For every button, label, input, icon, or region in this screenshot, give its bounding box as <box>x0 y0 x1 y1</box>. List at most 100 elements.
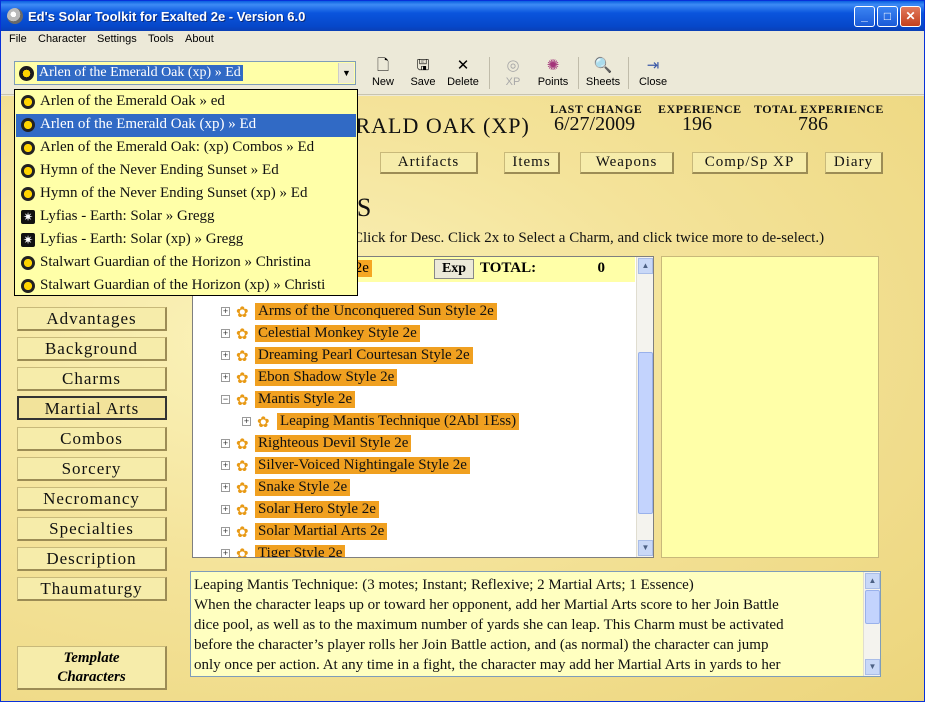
dropdown-item[interactable]: Hymn of the Never Ending Sunset (xp) » E… <box>16 183 356 206</box>
tree-row-label[interactable]: Righteous Devil Style 2e <box>255 435 412 452</box>
tree-row-style[interactable]: + ✿ Solar Martial Arts 2e <box>193 522 633 543</box>
tab-comp-sp-xp[interactable]: Comp/Sp XP <box>692 152 808 174</box>
description-line: only once per action. At any time in a f… <box>194 657 781 673</box>
expand-icon[interactable]: + <box>221 373 230 382</box>
expand-icon[interactable]: + <box>221 527 230 536</box>
tab-items[interactable]: Items <box>504 152 560 174</box>
dropdown-item[interactable]: Hymn of the Never Ending Sunset » Ed <box>16 160 356 183</box>
close-window-button[interactable]: ✕ <box>900 6 921 27</box>
character-select-value: Arlen of the Emerald Oak (xp) » Ed <box>37 65 243 81</box>
xp-button[interactable]: ◎ XP <box>491 56 535 92</box>
expand-icon[interactable]: + <box>221 461 230 470</box>
description-scrollbar[interactable]: ▲ ▼ <box>863 572 880 676</box>
tree-row-style[interactable]: + ✿ Arms of the Unconquered Sun Style 2e <box>193 302 633 323</box>
last-change-value: 6/27/2009 <box>554 113 636 135</box>
tab-artifacts[interactable]: Artifacts <box>380 152 478 174</box>
sidebar-item-necromancy[interactable]: Necromancy <box>17 487 167 511</box>
minimize-button[interactable]: _ <box>854 6 875 27</box>
sidebar-item-martial-arts[interactable]: Martial Arts <box>17 396 167 420</box>
tree-row-style[interactable]: + ✿ Solar Hero Style 2e <box>193 500 633 521</box>
martial-arts-tree[interactable]: rts 2e Exp TOTAL: 0 +✿Arms of the Unconq… <box>192 256 654 558</box>
tree-row-style[interactable]: + ✿ Dreaming Pearl Courtesan Style 2e <box>193 346 633 367</box>
tree-row-style[interactable]: + ✿ Righteous Devil Style 2e <box>193 434 633 455</box>
tree-row-style[interactable]: + ✿ Ebon Shadow Style 2e <box>193 368 633 389</box>
tree-row-label[interactable]: Ebon Shadow Style 2e <box>255 369 398 386</box>
expand-icon[interactable]: + <box>221 505 230 514</box>
delete-button[interactable]: ✕ Delete <box>441 56 485 92</box>
tree-row-charm[interactable]: + ✿ Leaping Mantis Technique (2Abl 1Ess) <box>193 412 633 433</box>
sidebar-item-description[interactable]: Description <box>17 547 167 571</box>
xp-button-label: XP <box>505 76 521 88</box>
tree-row-label[interactable]: Silver-Voiced Nightingale Style 2e <box>255 457 470 474</box>
sidebar-item-specialties[interactable]: Specialties <box>17 517 167 541</box>
scroll-up-icon[interactable]: ▲ <box>638 258 653 274</box>
close-button[interactable]: ⇥ Close <box>631 56 675 92</box>
save-button[interactable]: 🖫 Save <box>401 56 445 92</box>
tab-weapons[interactable]: Weapons <box>580 152 674 174</box>
sidebar-item-combos[interactable]: Combos <box>17 427 167 451</box>
menu-tools[interactable]: Tools <box>148 33 174 45</box>
scroll-up-icon[interactable]: ▲ <box>865 573 880 589</box>
menu-settings[interactable]: Settings <box>97 33 137 45</box>
tree-row-style[interactable]: − ✿ Mantis Style 2e <box>193 390 633 411</box>
character-select[interactable]: Arlen of the Emerald Oak (xp) » Ed ▼ <box>14 61 356 85</box>
expand-icon[interactable]: + <box>221 329 230 338</box>
tree-row-label[interactable]: Leaping Mantis Technique (2Abl 1Ess) <box>277 413 520 430</box>
expand-icon[interactable]: + <box>221 483 230 492</box>
description-line: Leaping Mantis Technique: (3 motes; Inst… <box>194 577 694 593</box>
exp-button[interactable]: Exp <box>434 259 474 279</box>
chevron-down-icon[interactable]: ▼ <box>338 63 354 83</box>
sidebar-item-background[interactable]: Background <box>17 337 167 361</box>
title-bar: Ed's Solar Toolkit for Exalted 2e - Vers… <box>1 1 924 31</box>
new-button[interactable]: 🗋 New <box>361 56 405 92</box>
expand-icon[interactable]: + <box>242 417 251 426</box>
menu-file[interactable]: File <box>9 33 27 45</box>
points-button[interactable]: ✺ Points <box>531 56 575 92</box>
sheets-button[interactable]: 🔍 Sheets <box>581 56 625 92</box>
sidebar-item-thaumaturgy[interactable]: Thaumaturgy <box>17 577 167 601</box>
collapse-icon[interactable]: − <box>221 395 230 404</box>
flower-icon: ✿ <box>236 524 249 541</box>
dropdown-item[interactable]: Arlen of the Emerald Oak: (xp) Combos » … <box>16 137 356 160</box>
tree-row-label[interactable]: Celestial Monkey Style 2e <box>255 325 420 342</box>
tree-row-label[interactable]: Tiger Style 2e <box>255 545 346 557</box>
dropdown-item[interactable]: ✷ Lyfias - Earth: Solar » Gregg <box>16 206 356 229</box>
scroll-down-icon[interactable]: ▼ <box>638 540 653 556</box>
dropdown-item[interactable]: ✷ Lyfias - Earth: Solar (xp) » Gregg <box>16 229 356 252</box>
menu-character[interactable]: Character <box>38 33 86 45</box>
expand-icon[interactable]: + <box>221 307 230 316</box>
tab-diary[interactable]: Diary <box>825 152 883 174</box>
tree-row-label[interactable]: Dreaming Pearl Courtesan Style 2e <box>255 347 473 364</box>
scroll-thumb[interactable] <box>865 590 880 624</box>
tree-row-style[interactable]: + ✿ Celestial Monkey Style 2e <box>193 324 633 345</box>
dropdown-item[interactable]: Arlen of the Emerald Oak » ed <box>16 91 356 114</box>
tree-row-label[interactable]: Solar Martial Arts 2e <box>255 523 388 540</box>
dropdown-item[interactable]: Stalwart Guardian of the Horizon » Chris… <box>16 252 356 275</box>
tree-scrollbar[interactable]: ▲ ▼ <box>636 257 653 557</box>
sidebar-item-charms[interactable]: Charms <box>17 367 167 391</box>
menu-about[interactable]: About <box>185 33 214 45</box>
experience-value: 196 <box>682 113 712 135</box>
template-characters-button[interactable]: Template Characters <box>17 646 167 690</box>
template-label-line2: Characters <box>57 669 126 685</box>
tree-row-label[interactable]: Snake Style 2e <box>255 479 351 496</box>
tree-row-style[interactable]: + ✿ Snake Style 2e <box>193 478 633 499</box>
tree-row-label[interactable]: Solar Hero Style 2e <box>255 501 379 518</box>
expand-icon[interactable]: + <box>221 549 230 557</box>
tree-row-style[interactable]: + ✿ Tiger Style 2e <box>193 544 633 557</box>
expand-icon[interactable]: + <box>221 439 230 448</box>
sidebar-item-sorcery[interactable]: Sorcery <box>17 457 167 481</box>
scroll-down-icon[interactable]: ▼ <box>865 659 880 675</box>
maximize-button[interactable]: □ <box>877 6 898 27</box>
tree-row-label[interactable]: Mantis Style 2e <box>255 391 356 408</box>
scroll-thumb[interactable] <box>638 352 653 514</box>
tree-row-label[interactable]: Arms of the Unconquered Sun Style 2e <box>255 303 497 320</box>
close-button-label: Close <box>638 76 668 88</box>
dropdown-item[interactable]: Arlen of the Emerald Oak (xp) » Ed <box>16 114 356 137</box>
sidebar-item-advantages[interactable]: Advantages <box>17 307 167 331</box>
description-box[interactable]: Leaping Mantis Technique: (3 motes; Inst… <box>190 571 881 677</box>
expand-icon[interactable]: + <box>221 351 230 360</box>
character-dropdown-list[interactable]: Arlen of the Emerald Oak » ed Arlen of th… <box>14 89 358 296</box>
tree-row-style[interactable]: + ✿ Silver-Voiced Nightingale Style 2e <box>193 456 633 477</box>
dropdown-item[interactable]: Stalwart Guardian of the Horizon (xp) » … <box>16 275 356 295</box>
